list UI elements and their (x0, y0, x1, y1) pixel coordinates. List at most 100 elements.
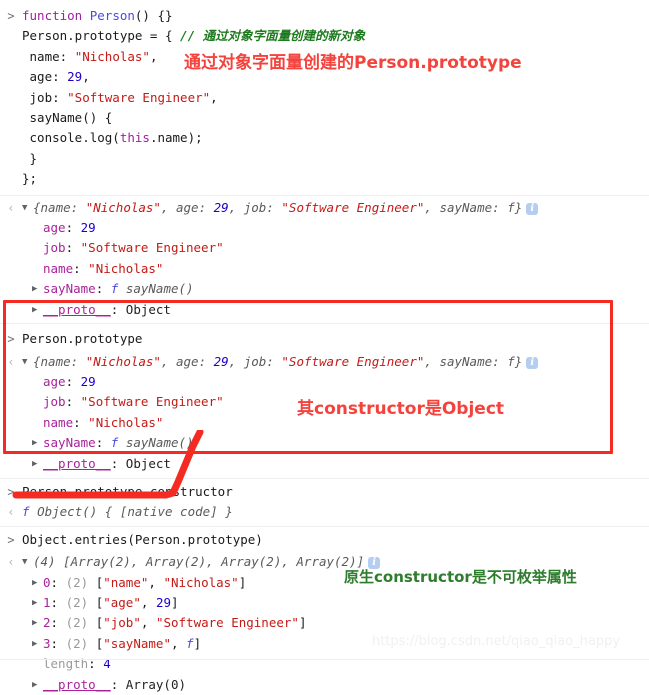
response-chevron-icon: ‹ (7, 505, 15, 520)
console-input-row[interactable]: } (0, 149, 649, 169)
info-icon[interactable]: i (368, 557, 381, 570)
array-item-row[interactable]: ▶ 1: (2) ["age", 29] (0, 593, 649, 613)
response-chevron-icon: ‹ (7, 200, 15, 215)
array-item-row[interactable]: ▶ 0: (2) ["name", "Nicholas"] (0, 573, 649, 593)
disclosure-triangle-closed-icon[interactable]: ▶ (32, 279, 43, 299)
console-output-row[interactable]: ‹ ▼ (4) [Array(2), Array(2), Array(2), Ar… (0, 552, 649, 572)
property-key: job (43, 394, 66, 410)
property-key[interactable]: __proto__ (43, 456, 111, 471)
object-summary[interactable]: ▼ {name: "Nicholas", age: 29, job: "Softw… (22, 198, 649, 218)
property-value: "Software Engineer" (80, 240, 224, 256)
object-property-row[interactable]: ▶ __proto__: Array(0) (0, 675, 649, 695)
prompt-chevron-icon: > (7, 484, 15, 499)
object-property-row[interactable]: ▶name: "Nicholas" (0, 259, 649, 279)
array-index: 2 (43, 615, 51, 631)
object-property-row[interactable]: ▶ __proto__: Object (0, 300, 649, 320)
console-input-source: job: "Software Engineer", (22, 89, 218, 105)
disclosure-triangle-open-icon[interactable]: ▼ (22, 198, 33, 218)
property-value: Array(0) (125, 676, 187, 692)
object-property-row[interactable]: ▶job: "Software Engineer" (0, 392, 649, 412)
disclosure-triangle-open-icon[interactable]: ▼ (22, 352, 33, 372)
console-output-row[interactable]: ‹ ▼ {name: "Nicholas", age: 29, job: "Sof… (0, 352, 649, 372)
prompt-chevron-icon: > (7, 332, 15, 347)
property-value: Object (125, 455, 171, 471)
row-separator (0, 477, 649, 479)
console-input-row[interactable]: > function Person() {} (0, 6, 649, 26)
object-property-row[interactable]: ▶ __proto__: Object (0, 454, 649, 474)
console-input-source: console.log(this.name); (22, 130, 203, 146)
row-separator (0, 525, 649, 527)
object-property-row[interactable]: ▶age: 29 (0, 218, 649, 238)
object-property-row[interactable]: ▶name: "Nicholas" (0, 413, 649, 433)
console-input-row[interactable]: console.log(this.name); (0, 128, 649, 148)
console-input-row[interactable]: > Object.entries(Person.prototype) (0, 530, 649, 550)
property-key: job (43, 240, 66, 256)
console-input-source: Person.prototype (22, 331, 143, 347)
disclosure-triangle-closed-icon[interactable]: ▶ (32, 675, 43, 695)
devtools-console[interactable]: > function Person() {} Person.prototype … (0, 0, 649, 692)
console-input-row[interactable]: > Person.prototype.constructor (0, 482, 649, 502)
info-icon[interactable]: i (526, 202, 539, 215)
disclosure-triangle-closed-icon[interactable]: ▶ (32, 634, 43, 654)
disclosure-spacer: ▶ (32, 654, 43, 674)
property-value: 29 (80, 220, 96, 236)
array-summary[interactable]: ▼ (4) [Array(2), Array(2), Array(2), Arra… (22, 552, 649, 572)
array-item-row[interactable]: ▶ 3: (2) ["sayName", f] (0, 634, 649, 654)
console-input-row[interactable]: job: "Software Engineer", (0, 88, 649, 108)
console-input-source: }; (22, 171, 38, 187)
disclosure-triangle-closed-icon[interactable]: ▶ (32, 300, 43, 320)
disclosure-spacer: ▶ (32, 238, 43, 258)
disclosure-triangle-closed-icon[interactable]: ▶ (32, 593, 43, 613)
console-input-source: age: 29, (22, 69, 90, 85)
property-value: "Nicholas" (88, 414, 164, 430)
console-input-row[interactable]: sayName() { (0, 108, 649, 128)
console-input-row[interactable]: Person.prototype = { // 通过对象字面量创建的新对象 (0, 26, 649, 46)
object-property-row[interactable]: ▶ sayName: f sayName() (0, 279, 649, 299)
property-value: Object (125, 301, 171, 317)
property-value: "Software Engineer" (80, 394, 224, 410)
property-key: sayName (43, 435, 96, 451)
disclosure-triangle-closed-icon[interactable]: ▶ (32, 433, 43, 453)
disclosure-triangle-closed-icon[interactable]: ▶ (32, 613, 43, 633)
console-input-source: Person.prototype = { // 通过对象字面量创建的新对象 (22, 28, 366, 44)
row-separator (0, 659, 649, 660)
object-property-row[interactable]: ▶job: "Software Engineer" (0, 238, 649, 258)
object-summary[interactable]: ▼ {name: "Nicholas", age: 29, job: "Softw… (22, 352, 649, 372)
row-separator (0, 194, 649, 196)
console-input-row[interactable]: }; (0, 169, 649, 189)
property-value: 29 (80, 373, 96, 389)
disclosure-spacer: ▶ (32, 372, 43, 392)
prompt-chevron-icon: > (7, 532, 15, 547)
inline-comment: // 通过对象字面量创建的新对象 (180, 28, 366, 44)
console-output-row[interactable]: ‹ f Object() { [native code] } (0, 502, 649, 522)
console-input-row[interactable]: > Person.prototype (0, 329, 649, 349)
response-chevron-icon: ‹ (7, 555, 15, 570)
property-key[interactable]: __proto__ (43, 677, 111, 692)
disclosure-spacer: ▶ (32, 413, 43, 433)
console-input-source: name: "Nicholas", (22, 48, 158, 64)
console-input-row[interactable]: age: 29, (0, 67, 649, 87)
property-key: age (43, 220, 66, 236)
array-index: 0 (43, 574, 51, 590)
prompt-chevron-icon: > (7, 9, 15, 23)
info-icon[interactable]: i (526, 356, 539, 369)
array-length-row: ▶length: 4 (0, 654, 649, 674)
disclosure-spacer: ▶ (32, 218, 43, 238)
console-input-source: Object.entries(Person.prototype) (22, 531, 263, 547)
row-separator (0, 323, 649, 325)
function-summary: f Object() { [native code] } (22, 504, 233, 520)
object-property-row[interactable]: ▶age: 29 (0, 372, 649, 392)
console-input-source: sayName() { (22, 110, 113, 126)
console-input-row[interactable]: name: "Nicholas", (0, 47, 649, 67)
property-key: age (43, 373, 66, 389)
disclosure-triangle-closed-icon[interactable]: ▶ (32, 573, 43, 593)
array-index: 1 (43, 594, 51, 610)
array-item-row[interactable]: ▶ 2: (2) ["job", "Software Engineer"] (0, 613, 649, 633)
disclosure-triangle-open-icon[interactable]: ▼ (22, 552, 33, 572)
console-output-row[interactable]: ‹ ▼ {name: "Nicholas", age: 29, job: "Sof… (0, 198, 649, 218)
disclosure-triangle-closed-icon[interactable]: ▶ (32, 454, 43, 474)
property-value: "Nicholas" (88, 260, 164, 276)
property-key[interactable]: __proto__ (43, 302, 111, 317)
property-key: name (43, 260, 74, 276)
object-property-row[interactable]: ▶ sayName: f sayName() (0, 433, 649, 453)
